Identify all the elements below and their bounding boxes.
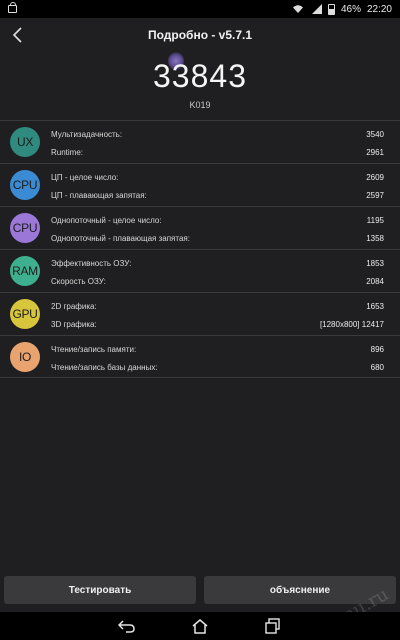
- badge-ux: UX: [10, 127, 40, 157]
- chevron-left-icon: [12, 27, 22, 43]
- battery-icon: [327, 3, 335, 15]
- row-value: 2961: [366, 147, 384, 157]
- result-row: Скорость ОЗУ: 2084: [51, 275, 384, 287]
- back-button[interactable]: [8, 25, 28, 45]
- back-arrow-icon: [117, 620, 135, 633]
- result-row: Runtime: 2961: [51, 146, 384, 158]
- group-cpu: CPU ЦП - целое число: 2609 ЦП - плавающая…: [0, 163, 400, 206]
- shopping-bag-icon: [8, 2, 17, 13]
- nav-recents-button[interactable]: [263, 616, 283, 636]
- badge-cpu-single: CPU: [10, 213, 40, 243]
- row-label: 3D графика:: [51, 319, 97, 329]
- nav-home-button[interactable]: [190, 616, 210, 636]
- status-bar: 46% 22:20: [0, 0, 400, 18]
- result-row: Однопоточный - плавающая запятая: 1358: [51, 232, 384, 244]
- wifi-icon: [292, 5, 303, 13]
- row-value: 1195: [366, 215, 384, 225]
- group-cpu-single: CPU Однопоточный - целое число: 1195 Одно…: [0, 206, 400, 249]
- battery-percent: 46%: [340, 3, 361, 15]
- group-io: IO Чтение/запись памяти: 896 Чтение/запис…: [0, 335, 400, 378]
- result-row: ЦП - плавающая запятая: 2597: [51, 189, 384, 201]
- recents-icon: [265, 618, 281, 634]
- row-label: ЦП - целое число:: [51, 172, 119, 182]
- results-list: UX Мультизадачность: 3540 Runtime: 2961 CP…: [0, 120, 400, 378]
- result-row: Чтение/запись памяти: 896: [51, 343, 384, 355]
- row-value: 3540: [366, 129, 384, 139]
- navigation-bar: [0, 612, 400, 640]
- row-value: 2609: [366, 172, 384, 182]
- test-button[interactable]: Тестировать: [4, 576, 196, 604]
- page-title: Подробно - v5.7.1: [147, 28, 253, 42]
- row-value: 896: [370, 344, 384, 354]
- row-label: Однопоточный - целое число:: [51, 215, 162, 225]
- device-name: K019: [189, 100, 211, 110]
- row-value: 1653: [366, 301, 384, 311]
- row-label: Runtime:: [51, 147, 84, 157]
- signal-icon: [310, 4, 322, 14]
- group-gpu: GPU 2D графика: 1653 3D графика: [1280x800…: [0, 292, 400, 335]
- result-row: Чтение/запись базы данных: 680: [51, 361, 384, 373]
- row-label: Эффективность ОЗУ:: [51, 258, 132, 268]
- row-value: 2084: [366, 276, 384, 286]
- row-label: 2D графика:: [51, 301, 97, 311]
- row-value: 680: [370, 362, 384, 372]
- result-row: 2D графика: 1653: [51, 300, 384, 312]
- row-value: [1280x800] 12417: [319, 319, 384, 329]
- row-label: Чтение/запись памяти:: [51, 344, 137, 354]
- row-label: Однопоточный - плавающая запятая:: [51, 233, 190, 243]
- row-label: ЦП - плавающая запятая:: [51, 190, 147, 200]
- group-ux: UX Мультизадачность: 3540 Runtime: 2961: [0, 120, 400, 163]
- group-ram: RAM Эффективность ОЗУ: 1853 Скорость ОЗУ:…: [0, 249, 400, 292]
- result-row: Эффективность ОЗУ: 1853: [51, 257, 384, 269]
- action-bar: Тестировать объяснение: [0, 576, 400, 606]
- result-row: Однопоточный - целое число: 1195: [51, 214, 384, 226]
- result-row: Мультизадачность: 3540: [51, 128, 384, 140]
- badge-ram: RAM: [10, 256, 40, 286]
- result-row: 3D графика: [1280x800] 12417: [51, 318, 384, 330]
- header: Подробно - v5.7.1: [0, 18, 400, 52]
- row-value: 1853: [366, 258, 384, 268]
- badge-cpu: CPU: [10, 170, 40, 200]
- row-value: 2597: [366, 190, 384, 200]
- badge-io: IO: [10, 342, 40, 372]
- clock: 22:20: [366, 3, 392, 15]
- row-label: Скорость ОЗУ:: [51, 276, 106, 286]
- total-score: 33843: [153, 58, 247, 94]
- home-icon: [192, 619, 208, 634]
- row-value: 1358: [366, 233, 384, 243]
- badge-gpu: GPU: [10, 299, 40, 329]
- row-label: Мультизадачность:: [51, 129, 123, 139]
- row-label: Чтение/запись базы данных:: [51, 362, 158, 372]
- result-row: ЦП - целое число: 2609: [51, 171, 384, 183]
- nav-back-button[interactable]: [117, 616, 137, 636]
